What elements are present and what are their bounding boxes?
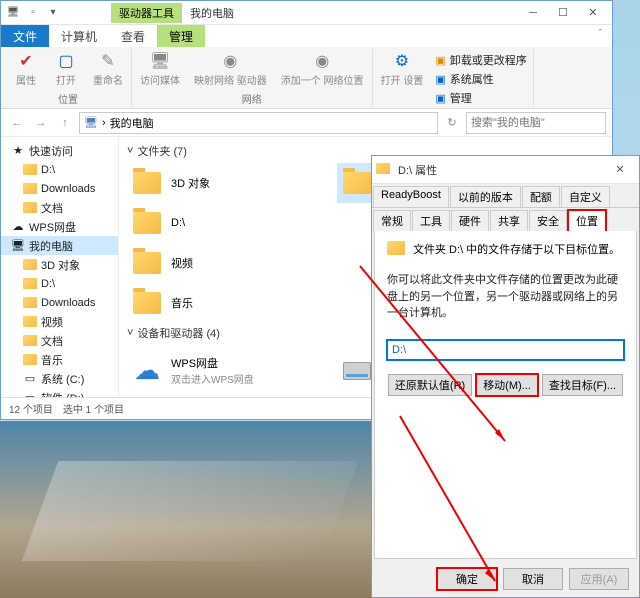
addressbar: ← → ↑ 🖥›我的电脑 ↻	[1, 109, 612, 137]
btn-manage[interactable]: ▣管理	[433, 89, 528, 107]
tab-工具[interactable]: 工具	[412, 210, 450, 232]
tab-computer[interactable]: 计算机	[49, 25, 109, 47]
tabs-row-2: 常规工具硬件共享安全位置	[372, 208, 639, 231]
info-text: 文件夹 D:\ 中的文件存储于以下目标位置。	[413, 241, 620, 257]
qat-icon: 🖥	[5, 5, 21, 21]
btn-open[interactable]: ▢打开	[49, 49, 83, 89]
tab-位置[interactable]: 位置	[568, 210, 606, 232]
ribbon-collapse-icon[interactable]: ˆ	[588, 25, 612, 47]
btn-rename[interactable]: ✎重命名	[89, 49, 127, 89]
ribbon-tabs: 文件 计算机 查看 管理 ˆ	[1, 25, 612, 47]
tree-node[interactable]: 音乐	[1, 350, 118, 369]
minimize-button[interactable]: ─	[518, 2, 548, 24]
tab-常规[interactable]: 常规	[373, 210, 411, 232]
tab-共享[interactable]: 共享	[490, 210, 528, 232]
tabs-row-1: ReadyBoost以前的版本配额自定义	[372, 184, 639, 208]
btn-addnet[interactable]: ◉添加一个 网络位置	[277, 49, 368, 89]
tab-manage[interactable]: 管理	[157, 25, 205, 47]
folder-icon	[387, 241, 405, 258]
tab-view[interactable]: 查看	[109, 25, 157, 47]
back-button[interactable]: ←	[7, 113, 27, 133]
tree-node[interactable]: 3D 对象	[1, 255, 118, 274]
btn-sysprops[interactable]: ▣系统属性	[433, 70, 528, 88]
btn-settings[interactable]: ⚙打开 设置	[377, 49, 428, 89]
qat-save-icon[interactable]: ▫	[25, 5, 41, 21]
close-button[interactable]: ✕	[578, 2, 608, 24]
address-input[interactable]: 🖥›我的电脑	[79, 112, 438, 134]
tree-node[interactable]: ▭系统 (C:)	[1, 369, 118, 388]
annotation-arrow-2	[395, 411, 515, 591]
folder-item[interactable]: 音乐	[127, 283, 337, 323]
properties-dialog: D:\ 属性 ✕ ReadyBoost以前的版本配额自定义 常规工具硬件共享安全…	[371, 155, 640, 598]
window-title: 我的电脑	[190, 5, 234, 21]
tab-安全[interactable]: 安全	[529, 210, 567, 232]
folder-item[interactable]: 3D 对象	[127, 163, 337, 203]
drive-tools-tab[interactable]: 驱动器工具	[111, 3, 182, 23]
explorer-titlebar: 🖥 ▫ ▾ 驱动器工具 我的电脑 ─ ☐ ✕	[1, 1, 612, 25]
refresh-button[interactable]: ↻	[442, 113, 462, 133]
tab-ReadyBoost[interactable]: ReadyBoost	[373, 186, 449, 208]
btn-media[interactable]: 🖥访问媒体	[136, 49, 184, 89]
tree-node[interactable]: D:\	[1, 274, 118, 293]
dialog-title: D:\ 属性	[398, 162, 437, 178]
folder-item[interactable]: 视频	[127, 243, 337, 283]
tree-node[interactable]: ★快速访问	[1, 141, 118, 160]
up-button[interactable]: ↑	[55, 113, 75, 133]
find-target-button[interactable]: 查找目标(F)...	[542, 374, 623, 396]
tab-file[interactable]: 文件	[1, 25, 49, 47]
tree-node[interactable]: 文档	[1, 331, 118, 350]
tab-配额[interactable]: 配额	[522, 186, 560, 208]
tree-node[interactable]: Downloads	[1, 293, 118, 312]
tree-node[interactable]: D:\	[1, 160, 118, 179]
maximize-button[interactable]: ☐	[548, 2, 578, 24]
btn-uninstall[interactable]: ▣卸载或更改程序	[433, 51, 528, 69]
tree-node[interactable]: Downloads	[1, 179, 118, 198]
tree-node[interactable]: ☁WPS网盘	[1, 217, 118, 236]
folder-icon	[376, 163, 390, 177]
forward-button[interactable]: →	[31, 113, 51, 133]
tree-node[interactable]: 🖥我的电脑	[1, 236, 118, 255]
ribbon-group-network: 网络	[242, 91, 262, 106]
folder-item[interactable]: D:\	[127, 203, 337, 243]
ribbon: ✔属性 ▢打开 ✎重命名 位置 🖥访问媒体 ◉映射网络 驱动器 ◉添加一个 网络…	[1, 47, 612, 109]
tab-硬件[interactable]: 硬件	[451, 210, 489, 232]
tab-自定义[interactable]: 自定义	[561, 186, 610, 208]
tree-node[interactable]: 文档	[1, 198, 118, 217]
tab-以前的版本[interactable]: 以前的版本	[450, 186, 521, 208]
search-input[interactable]	[466, 112, 606, 134]
tree-node[interactable]: 视频	[1, 312, 118, 331]
qat-down-icon[interactable]: ▾	[45, 5, 61, 21]
btn-properties[interactable]: ✔属性	[9, 49, 43, 89]
drive-item[interactable]: ☁WPS网盘双击进入WPS网盘	[127, 345, 337, 396]
nav-tree[interactable]: ★快速访问D:\Downloads文档☁WPS网盘🖥我的电脑3D 对象D:\Do…	[1, 137, 119, 397]
ribbon-group-location: 位置	[58, 91, 78, 106]
tree-node[interactable]: ▭软件 (D:)	[1, 388, 118, 397]
tab-panel-location: 文件夹 D:\ 中的文件存储于以下目标位置。 你可以将此文件夹中文件存储的位置更…	[374, 231, 637, 559]
dialog-close-button[interactable]: ✕	[605, 159, 635, 181]
btn-mapnet[interactable]: ◉映射网络 驱动器	[190, 49, 271, 89]
apply-button[interactable]: 应用(A)	[569, 568, 629, 590]
